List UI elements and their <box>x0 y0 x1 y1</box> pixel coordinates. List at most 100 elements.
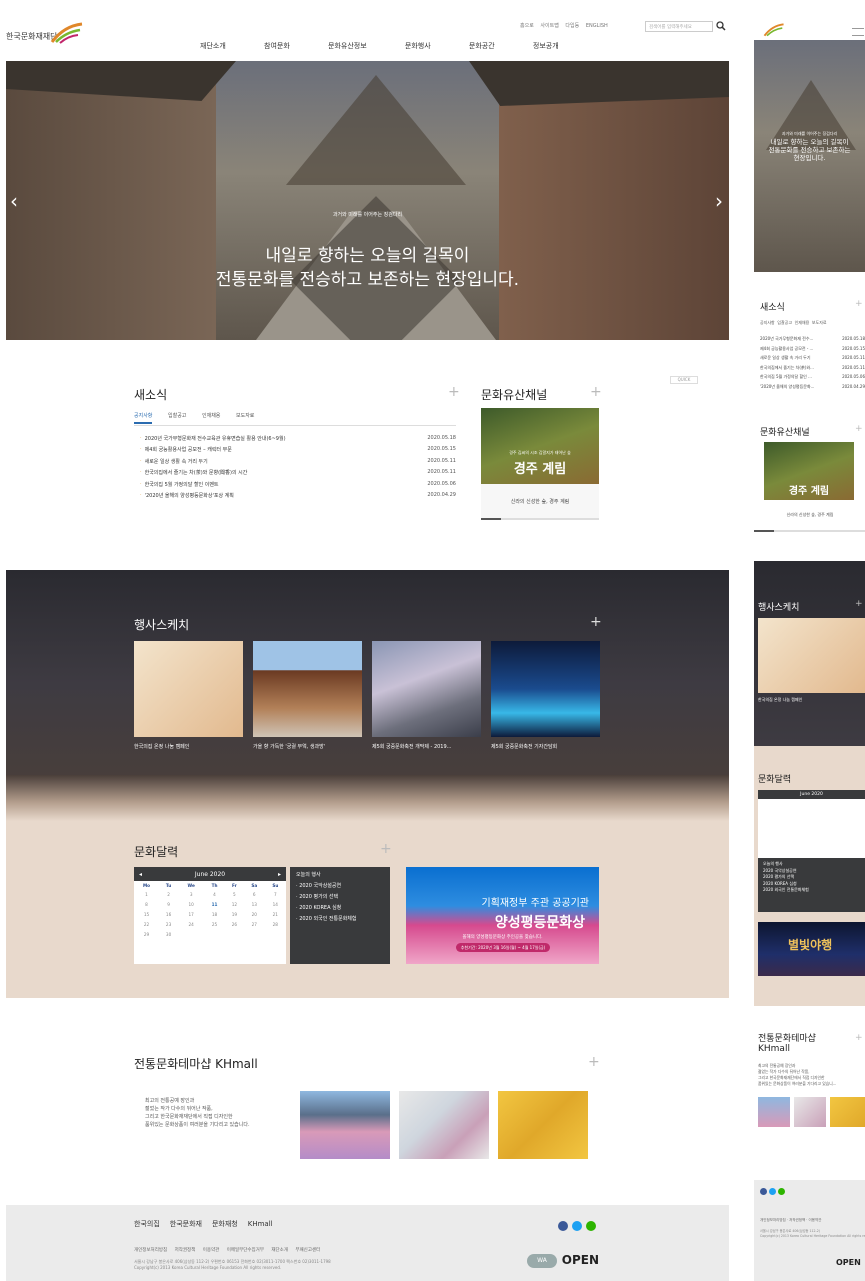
mobile-news-item[interactable]: 2020년 국가무형문화재 전수... 2020.05.18 <box>760 336 865 346</box>
mall-product-image[interactable] <box>399 1091 489 1159</box>
day-cell[interactable]: 12 <box>225 899 244 909</box>
tab-notice[interactable]: 공지사항 <box>134 412 153 424</box>
nav-participation[interactable]: 참여문화 <box>264 41 290 51</box>
mobile-channel-thumbnail[interactable]: 경주 계림 <box>764 442 854 500</box>
day-cell[interactable]: 14 <box>265 899 286 909</box>
day-cell[interactable]: 27 <box>244 919 265 929</box>
today-event-item[interactable]: · 2020 KOREA 심청 <box>296 904 384 911</box>
news-item[interactable]: · '2020년 올해의 양성평등문화상'포상 계획 2020.04.29 <box>140 492 456 503</box>
calendar-next-icon[interactable]: ▸ <box>278 871 281 878</box>
nav-spaces[interactable]: 문화공간 <box>469 41 495 51</box>
quick-button[interactable]: QUICK <box>670 376 698 384</box>
util-link-3[interactable]: 다입등 <box>565 23 579 29</box>
day-cell[interactable]: 2 <box>159 889 178 899</box>
footer-link[interactable]: 이용약관 <box>203 1248 220 1253</box>
today-event-item[interactable]: · 2020 평가의 선택 <box>296 893 384 900</box>
hero-prev-arrow-icon[interactable]: ‹ <box>10 189 18 213</box>
footer-logo[interactable]: 문화재청 <box>212 1219 238 1229</box>
mobile-footer-links[interactable]: 개인정보처리방침 · 저작권정책 · 이용약관 <box>760 1218 821 1223</box>
mobile-events-more-icon[interactable]: + <box>855 599 863 609</box>
mobile-blog-icon[interactable] <box>778 1188 785 1195</box>
day-cell[interactable]: 16 <box>159 909 178 919</box>
today-event-item[interactable]: · 2020 외국인 전통문화체험 <box>296 915 384 922</box>
day-cell[interactable]: 29 <box>134 929 159 939</box>
mobile-logo-icon[interactable] <box>758 23 790 37</box>
footer-logo[interactable]: 한국의집 <box>134 1219 160 1229</box>
day-cell[interactable]: 15 <box>134 909 159 919</box>
day-cell[interactable]: 13 <box>244 899 265 909</box>
mobile-news-more-icon[interactable]: + <box>855 299 863 309</box>
day-cell[interactable]: 3 <box>178 889 204 899</box>
footer-link[interactable]: 저작권정책 <box>175 1248 196 1253</box>
day-cell[interactable]: 6 <box>244 889 265 899</box>
event-card[interactable]: 한국의집 온정 나눔 캠페인 <box>134 641 243 750</box>
tab-press[interactable]: 보도자료 <box>236 412 254 419</box>
day-cell[interactable]: 1 <box>134 889 159 899</box>
event-card[interactable]: 가을 향 가득한 '궁궐 부엌, 생과방' <box>253 641 362 750</box>
util-home-link[interactable]: 홈으로 <box>520 23 534 29</box>
news-item[interactable]: · 한국의집 5월 가정의달 할인 이벤트 2020.05.06 <box>140 481 456 492</box>
footer-logo[interactable]: 한국문화재 <box>170 1219 202 1229</box>
util-sitemap-link[interactable]: 사이트맵 <box>540 23 558 29</box>
day-cell[interactable]: 19 <box>225 909 244 919</box>
day-cell[interactable]: 20 <box>244 909 265 919</box>
news-item[interactable]: · 제4회 궁능활용사업 공모전 – 캐릭터 부문 2020.05.15 <box>140 446 456 457</box>
news-item[interactable]: · 2020년 국가무형문화재 전수교육관 유휴면습실 활용 안내(6~9월) 20… <box>140 435 456 446</box>
mobile-today-item[interactable]: 2020 외국인 전통문화체험 <box>763 887 860 894</box>
mobile-tab[interactable]: 입찰공고 <box>777 320 792 325</box>
mall-more-icon[interactable]: + <box>588 1054 600 1070</box>
site-logo[interactable]: 한국문화재재단 <box>6 22 86 50</box>
day-cell[interactable]: 23 <box>159 919 178 929</box>
mobile-mall-image[interactable] <box>758 1097 790 1127</box>
day-cell[interactable]: 21 <box>265 909 286 919</box>
event-card[interactable]: 제5회 궁중문화축전 기자간담회 <box>491 641 600 750</box>
mobile-news-item[interactable]: 제4회 궁능활용사업 공모전 - ... 2020.05.15 <box>760 346 865 356</box>
footer-link[interactable]: 개인정보처리방침 <box>134 1248 167 1253</box>
search-icon[interactable] <box>716 21 726 31</box>
tab-recruit[interactable]: 인재채용 <box>202 412 220 419</box>
blog-icon[interactable] <box>586 1221 596 1231</box>
calendar-prev-icon[interactable]: ◂ <box>139 871 142 878</box>
mobile-channel-more-icon[interactable]: + <box>855 424 863 434</box>
hero-next-arrow-icon[interactable]: › <box>715 189 723 213</box>
mobile-tab[interactable]: 공지사항 <box>760 320 775 325</box>
day-cell[interactable]: 10 <box>178 899 204 909</box>
mobile-mall-more-icon[interactable]: + <box>855 1033 863 1043</box>
mobile-mall-image[interactable] <box>830 1097 865 1127</box>
news-item[interactable]: · 새로운 일상 생활 속 거리 두기 2020.05.11 <box>140 458 456 469</box>
day-cell[interactable]: 5 <box>225 889 244 899</box>
events-more-icon[interactable]: + <box>590 614 602 630</box>
nav-heritage-info[interactable]: 문화유산정보 <box>328 41 367 51</box>
event-card[interactable]: 제5회 궁중문화축전 개막제 - 2019... <box>372 641 481 750</box>
mall-product-image[interactable] <box>300 1091 390 1159</box>
footer-link[interactable]: 이메일무단수집거부 <box>227 1248 264 1253</box>
mobile-news-item[interactable]: 새로운 일상 생활 속 거리 두기 2020.05.11 <box>760 355 865 365</box>
day-cell[interactable]: 8 <box>134 899 159 909</box>
tab-bid[interactable]: 입찰공고 <box>168 412 186 419</box>
day-cell[interactable]: 22 <box>134 919 159 929</box>
mobile-night-banner[interactable]: 별빛야행 <box>758 922 865 976</box>
nav-foundation[interactable]: 재단소개 <box>200 41 226 51</box>
news-more-icon[interactable]: + <box>448 384 460 400</box>
mobile-event-thumbnail[interactable] <box>758 618 865 693</box>
search-input[interactable]: 검색어를 입력해주세요 <box>645 21 713 32</box>
day-cell[interactable]: 17 <box>178 909 204 919</box>
channel-more-icon[interactable]: + <box>590 384 602 400</box>
day-cell[interactable]: 9 <box>159 899 178 909</box>
nav-events[interactable]: 문화행사 <box>405 41 431 51</box>
gender-equality-banner[interactable]: 기획재정부 주관 공공기관 양성평등문화상 올해의 양성평등문화상 주인공을 찾… <box>406 867 599 964</box>
mobile-facebook-icon[interactable] <box>760 1188 767 1195</box>
channel-card[interactable]: 경주 김씨의 시조 김알지가 태어난 숲 경주 계림 신라의 신성한 숲, 경주… <box>481 408 599 520</box>
mobile-mall-image[interactable] <box>794 1097 826 1127</box>
day-cell[interactable]: 26 <box>225 919 244 929</box>
mobile-menu-icon[interactable] <box>852 28 864 36</box>
day-cell-today[interactable]: 11 <box>204 899 225 909</box>
calendar-more-icon[interactable]: + <box>380 841 392 857</box>
nav-disclosure[interactable]: 정보공개 <box>533 41 559 51</box>
day-cell[interactable]: 30 <box>159 929 178 939</box>
mobile-news-item[interactable]: 한국의집에서 즐기는 차(茶)와... 2020.05.11 <box>760 365 865 375</box>
footer-link[interactable]: 재단소개 <box>271 1248 288 1253</box>
news-item[interactable]: · 한국의집에서 즐기는 차(茶)와 문향(聞香)의 시간 2020.05.11 <box>140 469 456 480</box>
day-cell[interactable]: 28 <box>265 919 286 929</box>
mobile-twitter-icon[interactable] <box>769 1188 776 1195</box>
